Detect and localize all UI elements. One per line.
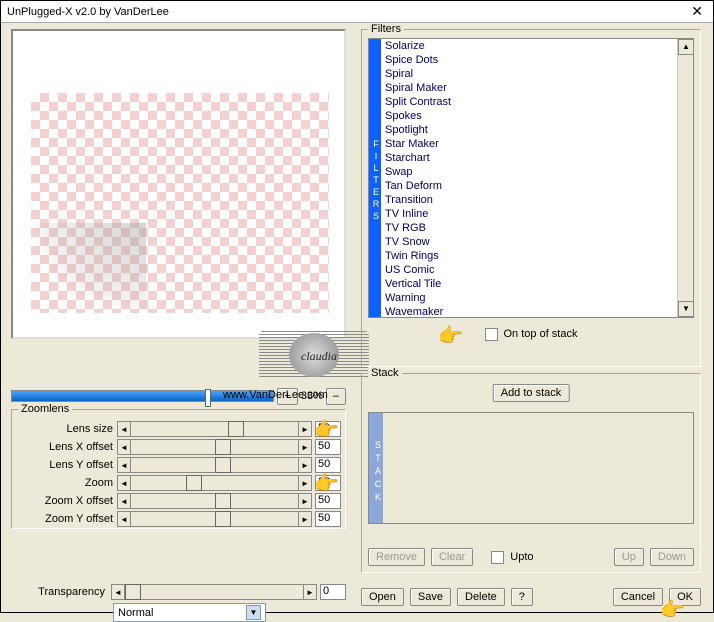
slider-zoom: Zoom◄►33 bbox=[12, 474, 341, 492]
add-to-stack-button[interactable]: Add to stack bbox=[493, 384, 570, 402]
filter-item[interactable]: Wavemaker bbox=[381, 305, 677, 317]
remove-button[interactable]: Remove bbox=[368, 548, 425, 566]
slider-value: 59 bbox=[315, 421, 341, 437]
slider-value: 50 bbox=[315, 457, 341, 473]
slider-value: 33 bbox=[315, 475, 341, 491]
slider-thumb[interactable] bbox=[215, 457, 231, 473]
down-button[interactable]: Down bbox=[650, 548, 694, 566]
filters-group: Filters FILTERS SolarizeSpice DotsSpiral… bbox=[361, 29, 701, 367]
filter-item[interactable]: Tan Deform bbox=[381, 179, 677, 193]
transparency-slider[interactable] bbox=[125, 584, 303, 600]
slider-track[interactable] bbox=[131, 511, 298, 527]
filter-item[interactable]: Star Maker bbox=[381, 137, 677, 151]
filter-list: FILTERS SolarizeSpice DotsSpiralSpiral M… bbox=[368, 38, 694, 318]
arrow-right-icon[interactable]: ► bbox=[298, 511, 312, 527]
arrow-left-icon[interactable]: ◄ bbox=[111, 584, 125, 600]
slider-thumb[interactable] bbox=[215, 511, 231, 527]
upto-checkbox[interactable] bbox=[491, 551, 504, 564]
arrow-left-icon[interactable]: ◄ bbox=[117, 421, 131, 437]
zoom-out-button[interactable]: – bbox=[326, 388, 346, 405]
arrow-right-icon[interactable]: ► bbox=[303, 584, 317, 600]
filter-item[interactable]: Split Contrast bbox=[381, 95, 677, 109]
slider-track[interactable] bbox=[131, 493, 298, 509]
clear-button[interactable]: Clear bbox=[431, 548, 473, 566]
site-link[interactable]: www.VanDerLee.com bbox=[223, 389, 328, 401]
arrow-right-icon[interactable]: ► bbox=[298, 421, 312, 437]
slider-track[interactable] bbox=[131, 439, 298, 455]
filter-item[interactable]: Spiral bbox=[381, 67, 677, 81]
close-icon[interactable]: ✕ bbox=[687, 3, 707, 20]
filter-item[interactable]: Starchart bbox=[381, 151, 677, 165]
stack-list: STACK bbox=[368, 412, 694, 524]
filter-item[interactable]: Solarize bbox=[381, 39, 677, 53]
slider-lens-y-offset: Lens Y offset◄►50 bbox=[12, 456, 341, 474]
transparency-row: Transparency ◄ ► 0 bbox=[11, 583, 346, 601]
arrow-right-icon[interactable]: ► bbox=[298, 439, 312, 455]
app-window: UnPlugged-X v2.0 by VanDerLee ✕ claudia … bbox=[0, 0, 714, 613]
scroll-down-icon[interactable]: ▼ bbox=[678, 301, 694, 317]
up-button[interactable]: Up bbox=[614, 548, 644, 566]
scroll-up-icon[interactable]: ▲ bbox=[678, 39, 694, 55]
filter-item[interactable]: Warning bbox=[381, 291, 677, 305]
slider-value: 50 bbox=[315, 439, 341, 455]
save-button[interactable]: Save bbox=[410, 588, 451, 606]
filter-item[interactable]: Twin Rings bbox=[381, 249, 677, 263]
delete-button[interactable]: Delete bbox=[457, 588, 505, 606]
slider-thumb[interactable] bbox=[215, 439, 231, 455]
filters-bar: FILTERS bbox=[369, 39, 381, 317]
titlebar: UnPlugged-X v2.0 by VanDerLee ✕ bbox=[1, 1, 713, 23]
logo-badge: claudia bbox=[259, 331, 369, 379]
slider-zoom-y-offset: Zoom Y offset◄►50 bbox=[12, 510, 341, 528]
preview-image bbox=[31, 93, 329, 313]
slider-thumb[interactable] bbox=[228, 421, 244, 437]
arrow-left-icon[interactable]: ◄ bbox=[117, 457, 131, 473]
filter-item[interactable]: TV RGB bbox=[381, 221, 677, 235]
filter-item[interactable]: TV Inline bbox=[381, 207, 677, 221]
slider-thumb[interactable] bbox=[186, 475, 202, 491]
arrow-right-icon[interactable]: ► bbox=[298, 457, 312, 473]
zoomlens-group: Zoomlens Lens size◄►59Lens X offset◄►50L… bbox=[11, 409, 346, 529]
filter-item[interactable]: Transition bbox=[381, 193, 677, 207]
open-button[interactable]: Open bbox=[361, 588, 404, 606]
dialog-buttons: Open Save Delete ? Cancel OK bbox=[361, 588, 701, 606]
slider-track[interactable] bbox=[131, 457, 298, 473]
arrow-left-icon[interactable]: ◄ bbox=[117, 475, 131, 491]
window-title: UnPlugged-X v2.0 by VanDerLee bbox=[7, 6, 169, 18]
filter-item[interactable]: Spotlight bbox=[381, 123, 677, 137]
filter-item[interactable]: Spice Dots bbox=[381, 53, 677, 67]
slider-zoom-x-offset: Zoom X offset◄►50 bbox=[12, 492, 341, 510]
stack-group: Stack Add to stack STACK Remove Clear Up… bbox=[361, 373, 701, 573]
stack-bar: STACK bbox=[369, 413, 383, 523]
help-button[interactable]: ? bbox=[511, 588, 533, 606]
filter-item[interactable]: Swap bbox=[381, 165, 677, 179]
slider-lens-size: Lens size◄►59 bbox=[12, 420, 341, 438]
filter-item[interactable]: Spiral Maker bbox=[381, 81, 677, 95]
slider-track[interactable] bbox=[131, 421, 298, 437]
filter-item[interactable]: US Comic bbox=[381, 263, 677, 277]
on-top-checkbox[interactable] bbox=[485, 328, 498, 341]
slider-value: 50 bbox=[315, 493, 341, 509]
arrow-left-icon[interactable]: ◄ bbox=[117, 439, 131, 455]
arrow-left-icon[interactable]: ◄ bbox=[117, 511, 131, 527]
arrow-left-icon[interactable]: ◄ bbox=[117, 493, 131, 509]
arrow-right-icon[interactable]: ► bbox=[298, 475, 312, 491]
filter-item[interactable]: Spokes bbox=[381, 109, 677, 123]
filter-item[interactable]: Vertical Tile bbox=[381, 277, 677, 291]
slider-thumb[interactable] bbox=[125, 584, 141, 600]
preview-area bbox=[11, 29, 346, 339]
scrollbar[interactable]: ▲ ▼ bbox=[677, 39, 693, 317]
ok-button[interactable]: OK bbox=[669, 588, 701, 606]
slider-lens-x-offset: Lens X offset◄►50 bbox=[12, 438, 341, 456]
filter-item[interactable]: TV Snow bbox=[381, 235, 677, 249]
slider-thumb[interactable] bbox=[215, 493, 231, 509]
slider-value: 50 bbox=[315, 511, 341, 527]
arrow-right-icon[interactable]: ► bbox=[298, 493, 312, 509]
cancel-button[interactable]: Cancel bbox=[613, 588, 663, 606]
transparency-value: 0 bbox=[320, 584, 346, 600]
slider-track[interactable] bbox=[131, 475, 298, 491]
